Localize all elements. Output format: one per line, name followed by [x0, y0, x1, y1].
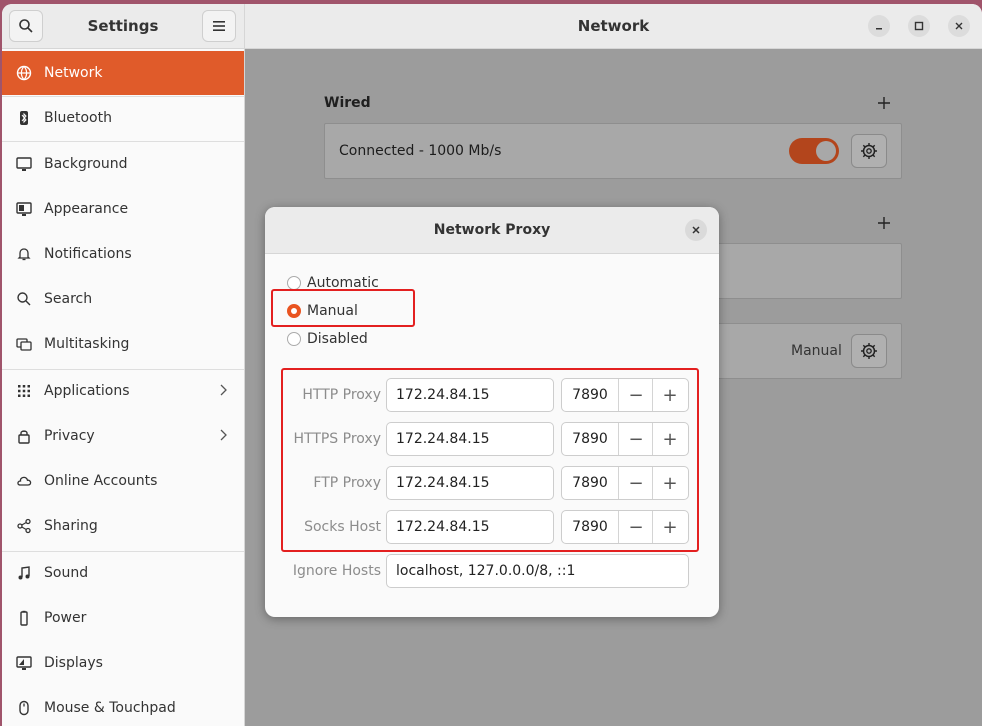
- sidebar-item-search[interactable]: Search: [2, 277, 244, 321]
- sidebar-item-privacy[interactable]: Privacy: [2, 414, 244, 458]
- sidebar-item-applications[interactable]: Applications: [2, 369, 244, 413]
- sidebar-item-label: Mouse & Touchpad: [44, 700, 176, 716]
- sidebar-item-label: Notifications: [44, 246, 132, 262]
- dialog-title: Network Proxy: [433, 222, 551, 238]
- sidebar-item-label: Power: [44, 610, 87, 626]
- proxy-fields-highlight-box: [281, 368, 699, 552]
- sidebar-item-mouse-touchpad[interactable]: Mouse & Touchpad: [2, 686, 244, 726]
- sidebar-item-label: Online Accounts: [44, 473, 158, 489]
- wired-status: Connected - 1000 Mb/s: [339, 143, 502, 159]
- manual-highlight-box: [271, 289, 415, 327]
- maximize-icon: [914, 21, 924, 31]
- radio-disabled[interactable]: Disabled: [287, 331, 368, 347]
- proxy-settings-button[interactable]: [851, 334, 887, 368]
- wired-section-label: Wired: [324, 95, 371, 111]
- power-icon: [16, 610, 32, 626]
- appearance-icon: [16, 201, 32, 217]
- sidebar-item-label: Applications: [44, 383, 130, 399]
- search-icon: [19, 19, 33, 33]
- sidebar: Network Bluetooth Background Appearance: [2, 49, 245, 726]
- gear-icon: [861, 343, 877, 359]
- multitasking-icon: [16, 336, 32, 352]
- sidebar-item-label: Sound: [44, 565, 89, 581]
- sidebar-item-label: Sharing: [44, 518, 98, 534]
- search-button[interactable]: [9, 10, 43, 42]
- chevron-right-icon: [218, 428, 228, 446]
- sidebar-item-label: Network: [44, 65, 103, 81]
- globe-icon: [16, 65, 32, 81]
- minimize-icon: [876, 28, 882, 30]
- minimize-button[interactable]: [868, 15, 890, 37]
- gear-icon: [861, 143, 877, 159]
- proxy-mode-value: Manual: [791, 343, 842, 359]
- display-icon: [16, 655, 32, 671]
- sidebar-item-label: Privacy: [44, 428, 95, 444]
- dialog-close-button[interactable]: [685, 219, 707, 241]
- close-icon: [692, 226, 700, 234]
- sidebar-item-label: Multitasking: [44, 336, 130, 352]
- sidebar-item-displays[interactable]: Displays: [2, 641, 244, 685]
- grid-icon: [16, 383, 32, 399]
- sidebar-item-multitasking[interactable]: Multitasking: [2, 322, 244, 366]
- ignore-hosts-label: Ignore Hosts: [292, 563, 381, 579]
- sidebar-item-label: Background: [44, 156, 128, 172]
- add-vpn-button[interactable]: [877, 213, 891, 233]
- share-icon: [16, 518, 32, 534]
- network-proxy-dialog: Network Proxy Automatic Manual Disabled …: [265, 207, 719, 617]
- close-icon: [955, 22, 963, 30]
- menu-button[interactable]: [202, 10, 236, 42]
- radio-button[interactable]: [287, 276, 301, 290]
- wired-settings-button[interactable]: [851, 134, 887, 168]
- sidebar-item-label: Displays: [44, 655, 103, 671]
- bell-icon: [16, 246, 32, 262]
- lock-icon: [16, 428, 32, 444]
- bluetooth-icon: [16, 110, 32, 126]
- maximize-button[interactable]: [908, 15, 930, 37]
- wired-connection-card: Connected - 1000 Mb/s: [324, 123, 902, 179]
- sidebar-item-power[interactable]: Power: [2, 596, 244, 640]
- plus-icon: [878, 217, 890, 229]
- cloud-icon: [16, 473, 32, 489]
- sidebar-header: Settings: [2, 4, 245, 49]
- sidebar-item-label: Appearance: [44, 201, 129, 217]
- sidebar-item-appearance[interactable]: Appearance: [2, 187, 244, 231]
- wired-toggle[interactable]: [789, 138, 839, 164]
- ignore-hosts-input[interactable]: localhost, 127.0.0.0/8, ::1: [386, 554, 689, 588]
- add-wired-button[interactable]: [877, 93, 891, 113]
- hamburger-icon: [213, 21, 225, 31]
- monitor-icon: [16, 156, 32, 172]
- sidebar-item-sharing[interactable]: Sharing: [2, 504, 244, 548]
- sidebar-item-background[interactable]: Background: [2, 142, 244, 186]
- sidebar-item-sound[interactable]: Sound: [2, 551, 244, 595]
- mouse-icon: [16, 700, 32, 716]
- app-title: Settings: [87, 17, 159, 35]
- radio-label: Disabled: [307, 331, 368, 347]
- sidebar-item-notifications[interactable]: Notifications: [2, 232, 244, 276]
- dialog-header: Network Proxy: [265, 207, 719, 254]
- music-note-icon: [16, 565, 32, 581]
- plus-icon: [878, 97, 890, 109]
- main-header: Network: [245, 4, 982, 49]
- sidebar-item-label: Search: [44, 291, 93, 307]
- sidebar-item-bluetooth[interactable]: Bluetooth: [2, 96, 244, 140]
- close-window-button[interactable]: [948, 15, 970, 37]
- sidebar-item-online-accounts[interactable]: Online Accounts: [2, 459, 244, 503]
- sidebar-item-label: Bluetooth: [44, 110, 112, 126]
- sidebar-item-network[interactable]: Network: [2, 51, 244, 95]
- chevron-right-icon: [218, 383, 228, 401]
- radio-button[interactable]: [287, 332, 301, 346]
- search-icon: [16, 291, 32, 307]
